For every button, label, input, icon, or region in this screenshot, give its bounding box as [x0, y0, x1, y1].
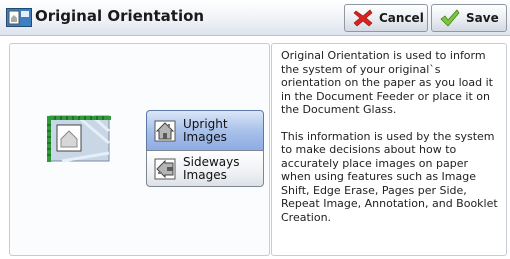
save-button[interactable]: Save	[431, 4, 507, 32]
cancel-label: Cancel	[379, 11, 424, 25]
document-orientation-illustration	[47, 114, 111, 163]
upright-images-label: Upright Images	[183, 116, 228, 144]
save-label: Save	[466, 11, 499, 25]
sideways-images-button[interactable]: Sideways Images	[146, 150, 264, 187]
description-panel: Original Orientation is used to inform t…	[271, 43, 507, 256]
title-bar: Original Orientation Cancel Save	[0, 0, 510, 36]
sideways-house-icon	[154, 158, 176, 179]
green-check-icon	[440, 9, 460, 27]
main-content: Upright Images Sideways Images Original …	[0, 37, 510, 259]
original-orientation-icon	[6, 8, 32, 27]
upright-images-button[interactable]: Upright Images	[146, 110, 264, 151]
sideways-label-line2: Images	[183, 167, 227, 182]
cancel-button[interactable]: Cancel	[344, 4, 428, 32]
sideways-label-line1: Sideways	[183, 154, 240, 169]
upright-house-icon	[154, 120, 176, 141]
page-title: Original Orientation	[35, 7, 205, 25]
red-x-icon	[353, 9, 373, 27]
sideways-images-label: Sideways Images	[183, 154, 240, 182]
description-paragraph-1: Original Orientation is used to inform t…	[281, 49, 493, 116]
description-paragraph-2: This information is used by the system t…	[281, 129, 498, 224]
